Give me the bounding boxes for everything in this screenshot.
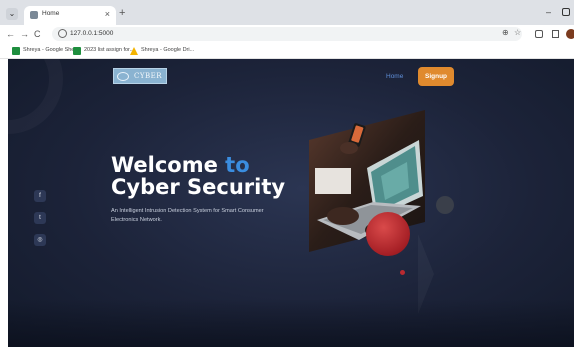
hero-description: An Intelligent Intrusion Detection Syste… bbox=[111, 208, 264, 223]
page-content: CYBER Home Signup f t ◎ Welcome to Cyber… bbox=[8, 59, 574, 347]
maximize-icon[interactable] bbox=[562, 8, 570, 16]
decorative-circle-dark bbox=[436, 196, 454, 214]
browser-tab[interactable]: Home × bbox=[24, 6, 116, 25]
minimize-icon[interactable]: – bbox=[546, 7, 551, 17]
twitter-icon[interactable]: t bbox=[34, 212, 46, 224]
sheets-icon bbox=[12, 47, 20, 55]
facebook-icon[interactable]: f bbox=[34, 190, 46, 202]
address-bar[interactable]: 127.0.0.1:5000 ⊕ ☆ bbox=[52, 27, 522, 41]
signup-button[interactable]: Signup bbox=[418, 67, 454, 86]
sheets-icon bbox=[73, 47, 81, 55]
decorative-circle-red bbox=[366, 212, 410, 256]
bookmark-star-icon[interactable]: ☆ bbox=[514, 28, 521, 37]
hero-title-part1: Welcome bbox=[111, 153, 226, 177]
hero-title: Welcome to Cyber Security bbox=[111, 154, 311, 198]
tab-strip: ⌄ Home × + – bbox=[0, 0, 574, 25]
decorative-dot bbox=[400, 270, 405, 275]
tab-search-icon[interactable]: ⌄ bbox=[6, 8, 18, 20]
profile-avatar[interactable] bbox=[566, 29, 574, 39]
browser-window: ⌄ Home × + – ← → C 127.0.0.1:5000 ⊕ ☆ Sh… bbox=[0, 0, 574, 347]
background-band bbox=[8, 299, 574, 347]
browser-toolbar: ← → C 127.0.0.1:5000 ⊕ ☆ bbox=[0, 25, 574, 43]
site-logo[interactable]: CYBER bbox=[113, 68, 167, 84]
tab-title: Home bbox=[42, 10, 60, 17]
site-info-icon[interactable] bbox=[58, 29, 67, 38]
extensions-icon[interactable] bbox=[535, 30, 543, 38]
url-text: 127.0.0.1:5000 bbox=[70, 30, 114, 37]
bookmark-label: 2023 list assign for... bbox=[84, 47, 135, 53]
bookmark-label: Shreya - Google Dri... bbox=[141, 47, 195, 53]
reload-icon[interactable]: C bbox=[34, 28, 41, 40]
background-arc bbox=[8, 59, 63, 134]
instagram-icon[interactable]: ◎ bbox=[34, 234, 46, 246]
back-icon[interactable]: ← bbox=[6, 28, 15, 40]
close-tab-icon[interactable]: × bbox=[105, 9, 110, 19]
logo-icon bbox=[117, 72, 129, 81]
side-panel-icon[interactable] bbox=[552, 30, 559, 38]
bookmark-item[interactable]: Shreya - Google Dri... bbox=[130, 46, 194, 56]
new-tab-button[interactable]: + bbox=[119, 8, 125, 19]
bookmark-item[interactable]: 2023 list assign for... bbox=[73, 46, 135, 56]
hero-title-accent: to bbox=[225, 153, 250, 177]
zoom-icon[interactable]: ⊕ bbox=[502, 28, 509, 37]
tab-favicon-icon bbox=[30, 11, 38, 19]
forward-icon[interactable]: → bbox=[20, 28, 29, 40]
drive-icon bbox=[130, 47, 138, 55]
bookmark-item[interactable]: Shreya - Google She... bbox=[12, 46, 79, 56]
bookmark-label: Shreya - Google She... bbox=[23, 47, 79, 53]
hero-title-part2: Cyber Security bbox=[111, 175, 286, 199]
nav-home-link[interactable]: Home bbox=[386, 73, 403, 80]
bookmarks-bar: Shreya - Google She... 2023 list assign … bbox=[0, 43, 574, 59]
logo-text: CYBER bbox=[134, 72, 163, 80]
